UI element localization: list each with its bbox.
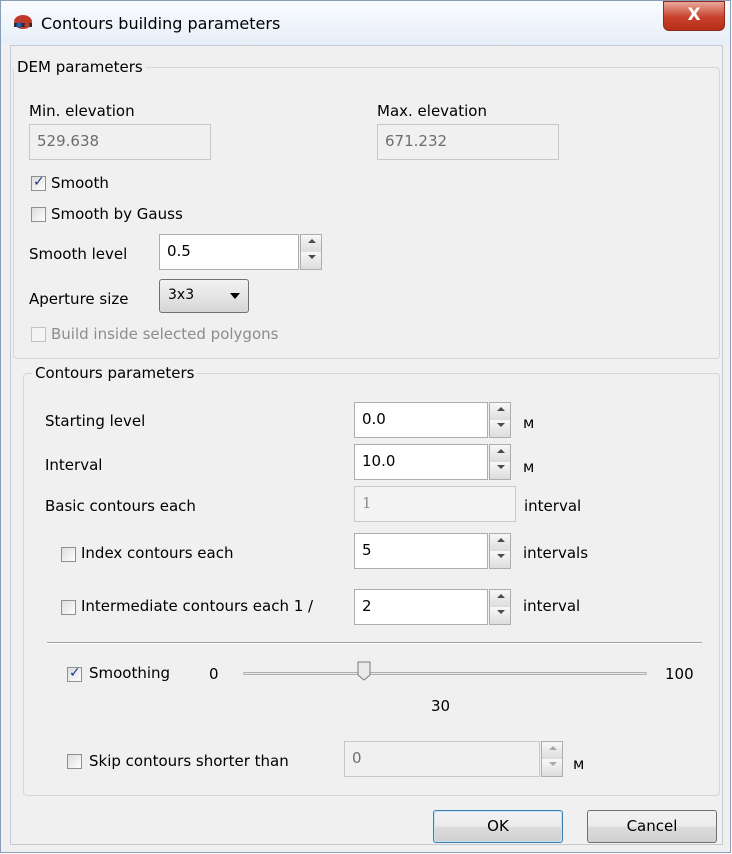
index-contours-checkbox[interactable] (61, 547, 76, 562)
aperture-size-dropdown[interactable]: 3x3 (159, 279, 249, 313)
dialog-body: DEM parameters Min. elevation 529.638 Ma… (10, 45, 723, 845)
basic-contours-field: 1 (354, 486, 516, 522)
intermediate-contours-spinner[interactable] (489, 589, 511, 625)
spin-down-icon[interactable] (301, 252, 321, 269)
spin-down-icon[interactable] (490, 551, 510, 568)
skip-contours-label: Skip contours shorter than (89, 752, 289, 770)
dialog-window: Contours building parameters X DEM param… (0, 0, 731, 853)
build-inside-polygons-checkbox (31, 327, 46, 342)
window-title: Contours building parameters (41, 14, 281, 33)
smooth-label: Smooth (51, 174, 109, 192)
index-contours-spinner[interactable] (489, 533, 511, 569)
spin-down-icon[interactable] (490, 607, 510, 624)
smoothing-slider-track[interactable] (243, 672, 647, 675)
min-elevation-label: Min. elevation (29, 102, 135, 120)
smooth-level-spinner[interactable] (300, 234, 322, 270)
starting-level-label: Starting level (45, 412, 146, 430)
slider-min-label: 0 (209, 665, 219, 683)
starting-level-unit: м (523, 414, 535, 432)
interval-input[interactable]: 10.0 (354, 444, 488, 480)
close-button[interactable]: X (663, 1, 725, 31)
chevron-down-icon (230, 293, 240, 299)
build-inside-polygons-label: Build inside selected polygons (51, 325, 279, 343)
divider (47, 642, 702, 644)
aperture-size-value: 3x3 (168, 287, 195, 303)
aperture-size-label: Aperture size (29, 290, 129, 308)
interval-label: Interval (45, 456, 103, 474)
smooth-by-gauss-checkbox[interactable] (31, 207, 46, 222)
intermediate-contours-input[interactable]: 2 (354, 589, 488, 625)
min-elevation-field: 529.638 (29, 124, 211, 160)
smooth-level-input[interactable]: 0.5 (159, 234, 299, 270)
spin-up-icon[interactable] (301, 235, 321, 253)
spin-up-icon (542, 742, 562, 760)
spin-up-icon[interactable] (490, 534, 510, 552)
slider-max-label: 100 (665, 665, 694, 683)
intermediate-contours-label: Intermediate contours each 1 / (81, 597, 314, 615)
smoothing-slider-thumb[interactable] (357, 661, 371, 681)
index-contours-input[interactable]: 5 (354, 533, 488, 569)
skip-contours-input: 0 (344, 741, 540, 777)
intermediate-contours-unit: interval (523, 597, 581, 615)
index-contours-unit: intervals (523, 544, 589, 562)
contours-parameters-label: Contours parameters (32, 364, 198, 382)
basic-contours-label: Basic contours each (45, 497, 196, 515)
close-icon: X (687, 5, 701, 25)
title-bar[interactable]: Contours building parameters X (1, 1, 730, 45)
dem-parameters-label: DEM parameters (14, 58, 146, 76)
smooth-by-gauss-label: Smooth by Gauss (51, 205, 183, 223)
skip-contours-spinner (541, 741, 563, 777)
spin-up-icon[interactable] (490, 403, 510, 421)
app-logo-icon (14, 15, 32, 29)
smooth-level-label: Smooth level (29, 245, 128, 263)
interval-unit: м (523, 458, 535, 476)
skip-contours-checkbox[interactable] (67, 754, 82, 769)
basic-contours-unit: interval (524, 497, 582, 515)
smooth-checkbox[interactable] (31, 174, 46, 191)
skip-contours-unit: м (573, 755, 585, 773)
cancel-button[interactable]: Cancel (587, 810, 717, 843)
spin-up-icon[interactable] (490, 590, 510, 608)
intermediate-contours-checkbox[interactable] (61, 600, 76, 615)
spin-up-icon[interactable] (490, 445, 510, 463)
spin-down-icon[interactable] (490, 420, 510, 437)
smoothing-checkbox[interactable] (67, 665, 82, 682)
smoothing-label: Smoothing (89, 664, 171, 682)
starting-level-input[interactable]: 0.0 (354, 402, 488, 438)
index-contours-label: Index contours each (81, 544, 234, 562)
ok-button[interactable]: OK (433, 810, 563, 843)
interval-spinner[interactable] (489, 444, 511, 480)
spin-down-icon (542, 759, 562, 776)
max-elevation-label: Max. elevation (377, 102, 487, 120)
spin-down-icon[interactable] (490, 462, 510, 479)
starting-level-spinner[interactable] (489, 402, 511, 438)
smoothing-value-label: 30 (431, 697, 451, 715)
max-elevation-field: 671.232 (377, 124, 559, 160)
